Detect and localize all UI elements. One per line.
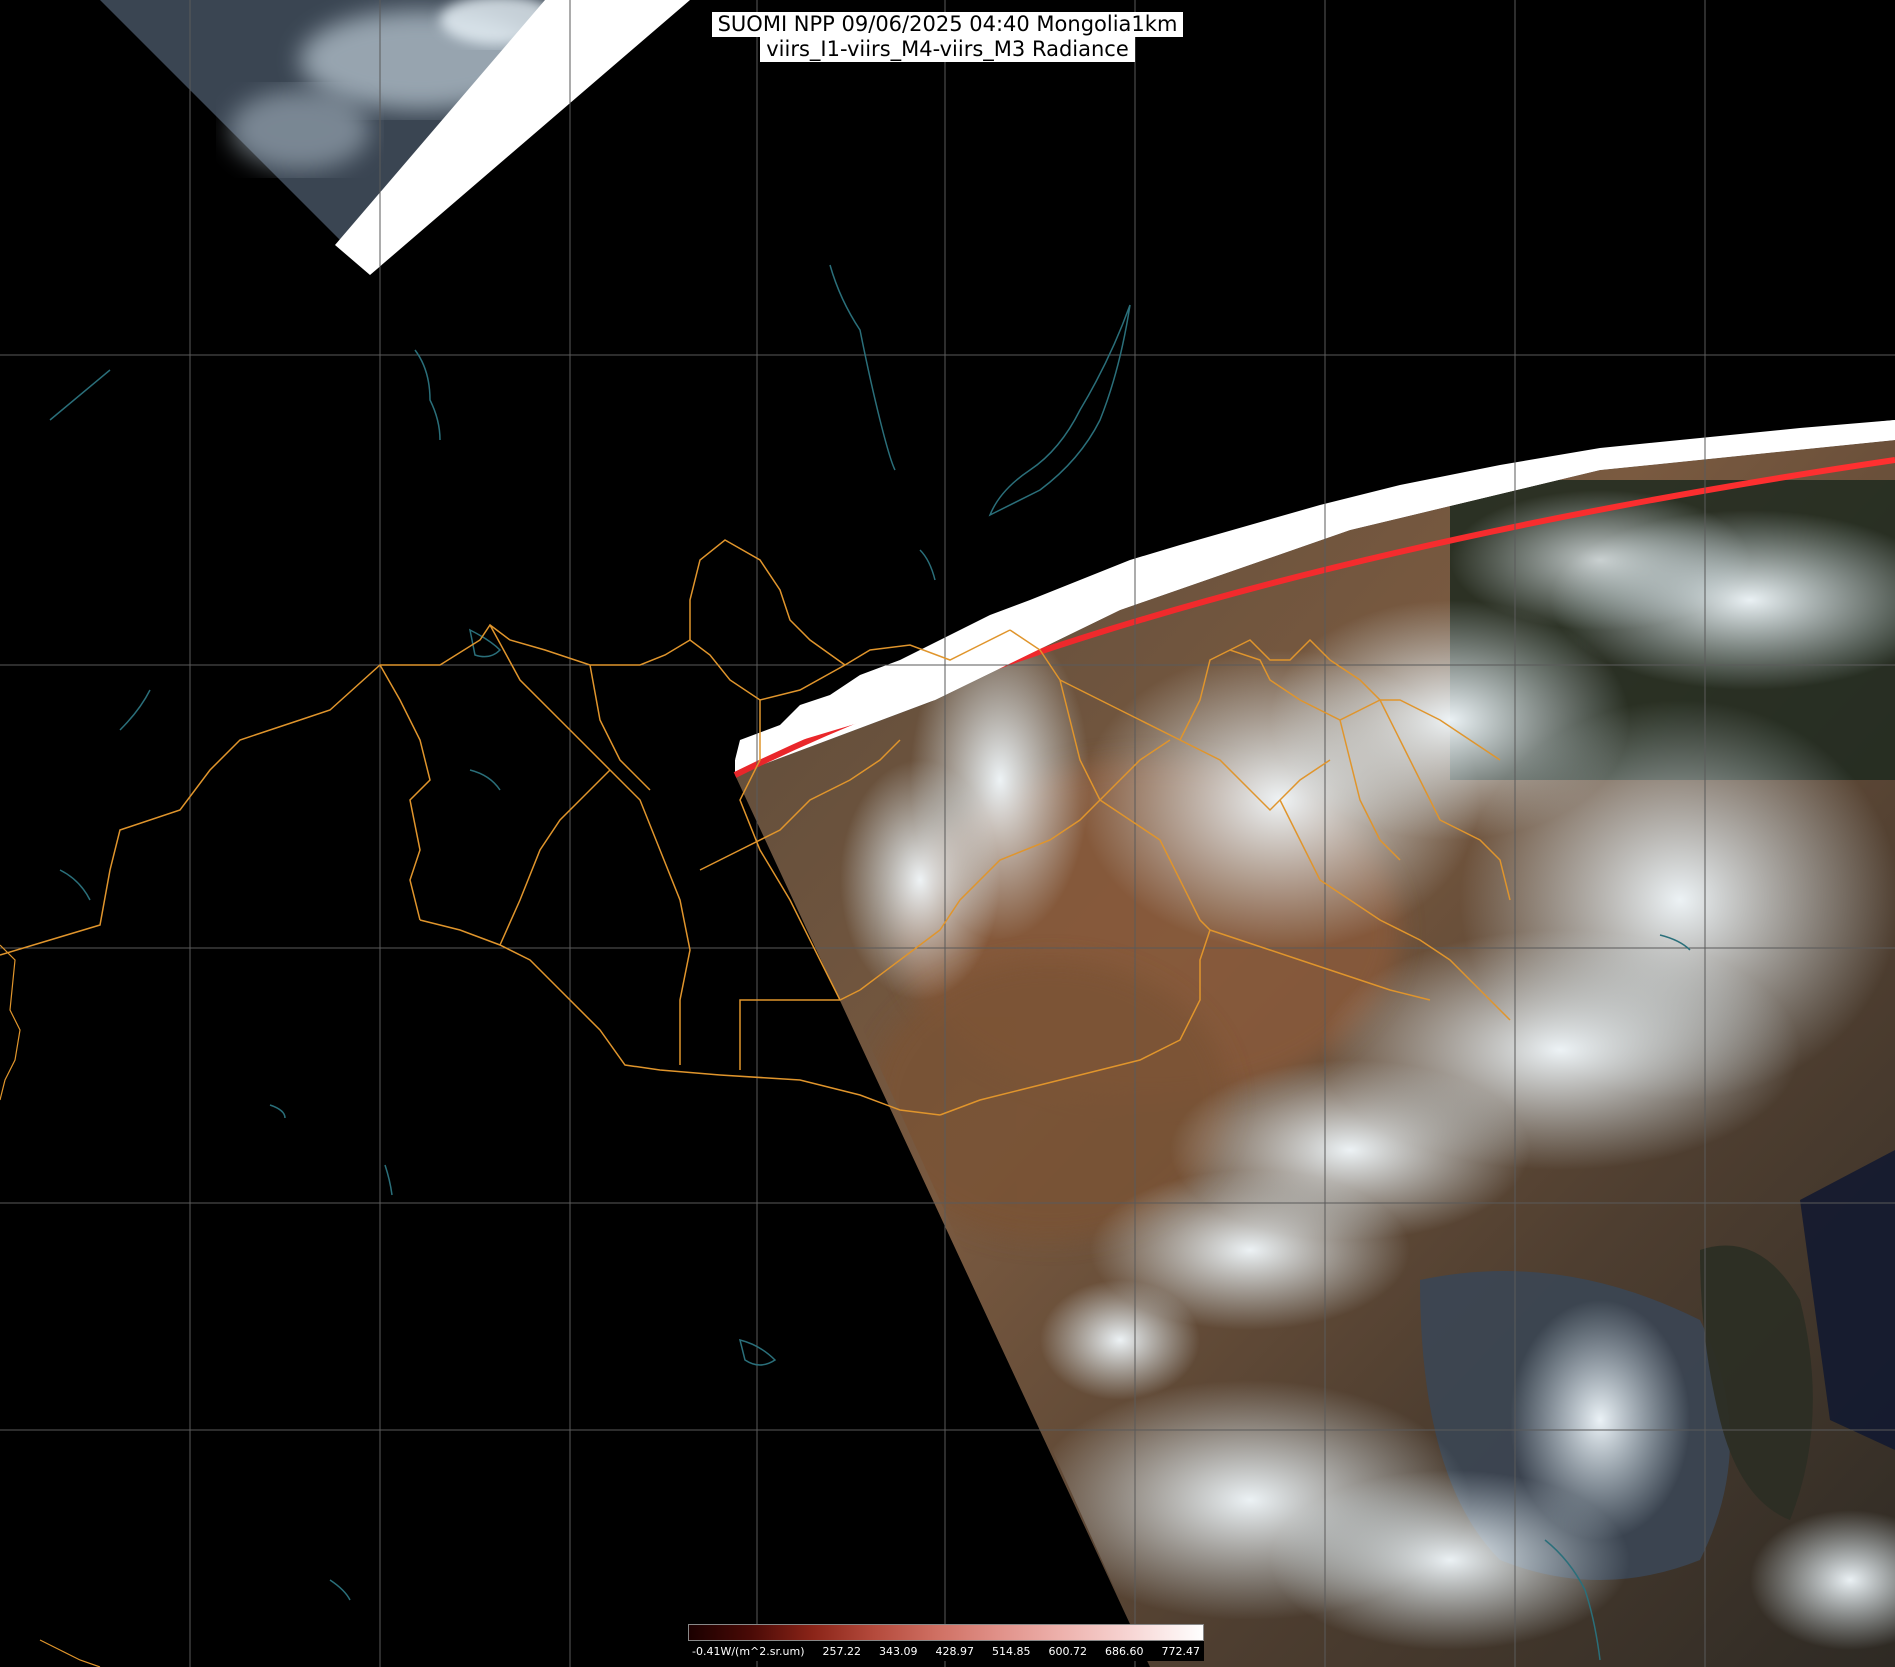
- colorbar-tick: 514.85: [991, 1644, 1031, 1658]
- map-canvas: [0, 0, 1895, 1667]
- colorbar-tick: 428.97: [935, 1644, 974, 1658]
- colorbar-tick: 686.60: [1104, 1644, 1144, 1658]
- colorbar-ramp: [688, 1624, 1204, 1641]
- colorbar-unit-label: -0.41W/(m^2.sr.um): [692, 1644, 805, 1658]
- colorbar-tick: 600.72: [1048, 1644, 1087, 1658]
- main-swath: [733, 420, 1895, 1667]
- coastline-left: [0, 944, 101, 1667]
- colorbar-tick: 772.47: [1161, 1644, 1200, 1658]
- colorbar: -0.41W/(m^2.sr.um) 257.22 343.09 428.97 …: [688, 1624, 1204, 1662]
- colorbar-labels: -0.41W/(m^2.sr.um) 257.22 343.09 428.97 …: [688, 1641, 1204, 1661]
- colorbar-tick: 343.09: [878, 1644, 918, 1658]
- colorbar-tick: 257.22: [822, 1644, 861, 1658]
- upper-swath: [100, 0, 690, 275]
